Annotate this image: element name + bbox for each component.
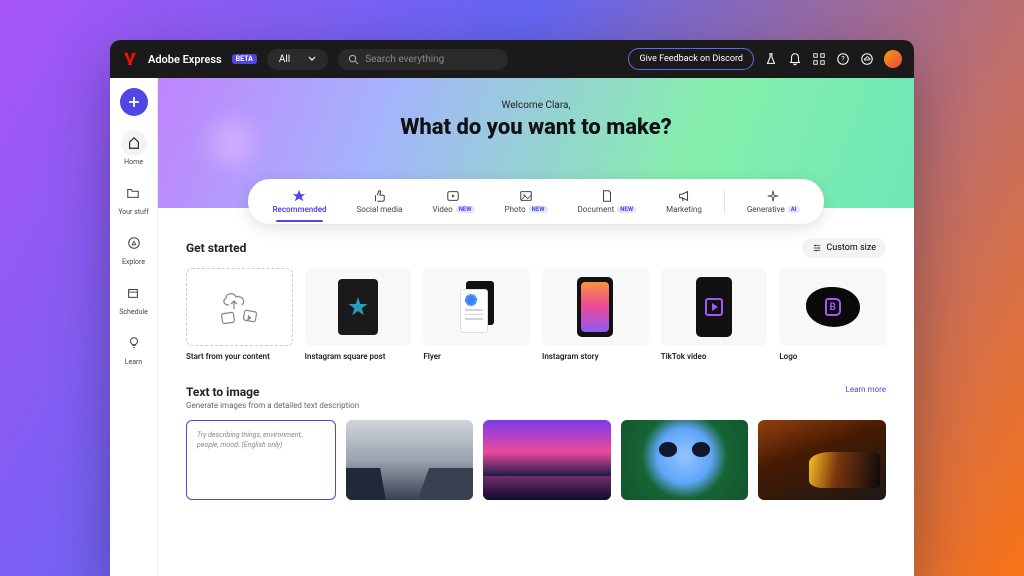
card-label: TikTok video <box>661 352 768 361</box>
add-button[interactable] <box>120 88 148 116</box>
thumbs-up-icon <box>372 189 386 203</box>
play-icon <box>446 189 460 203</box>
card-label: Start from your content <box>186 352 293 361</box>
apps-icon[interactable] <box>812 52 826 66</box>
card-tiktok-video[interactable]: TikTok video <box>661 268 768 361</box>
sidebar-item-home[interactable]: Home <box>121 130 147 166</box>
adobe-logo-icon <box>122 51 138 67</box>
card-logo[interactable]: B Logo <box>779 268 886 361</box>
bell-icon[interactable] <box>788 52 802 66</box>
image-icon <box>519 189 533 203</box>
calendar-icon <box>126 286 140 300</box>
sidebar-item-label: Learn <box>125 358 143 366</box>
card-flyer[interactable]: Flyer <box>423 268 530 361</box>
hero-banner: Welcome Clara, What do you want to make?… <box>158 78 914 208</box>
megaphone-icon <box>677 189 691 203</box>
topbar: Adobe Express BETA All Give Feedback on … <box>110 40 914 78</box>
card-instagram-post[interactable]: Instagram square post <box>305 268 412 361</box>
help-icon[interactable]: ? <box>836 52 850 66</box>
sidebar-item-schedule[interactable]: Schedule <box>119 280 148 316</box>
cloud-icon[interactable] <box>860 52 874 66</box>
hero-title: What do you want to make? <box>400 115 672 140</box>
filter-dropdown[interactable]: All <box>267 49 328 70</box>
card-label: Instagram story <box>542 352 649 361</box>
search-input[interactable] <box>365 54 498 65</box>
folder-icon <box>126 186 140 200</box>
main-content: Welcome Clara, What do you want to make?… <box>158 78 914 576</box>
get-started-title: Get started <box>186 241 246 255</box>
card-label: Instagram square post <box>305 352 412 361</box>
sidebar-item-learn[interactable]: Learn <box>121 330 147 366</box>
tab-recommended[interactable]: Recommended <box>260 187 338 216</box>
plus-icon <box>127 95 141 109</box>
document-icon <box>600 189 614 203</box>
welcome-text: Welcome Clara, <box>502 100 571 111</box>
svg-text:?: ? <box>841 56 845 64</box>
tab-label: GenerativeAI <box>747 205 800 214</box>
card-instagram-story[interactable]: Instagram story <box>542 268 649 361</box>
learn-more-link[interactable]: Learn more <box>846 385 886 394</box>
tab-document[interactable]: DocumentNEW <box>566 187 649 216</box>
tab-label: VideoNEW <box>432 205 474 214</box>
search-icon <box>348 54 359 65</box>
beta-badge: BETA <box>232 54 257 64</box>
upload-cloud-icon <box>214 287 264 327</box>
tab-marketing[interactable]: Marketing <box>654 187 714 216</box>
t2i-prompt-card[interactable]: Try describing things, environment, peop… <box>186 420 336 500</box>
compass-icon <box>127 236 141 250</box>
star-icon <box>292 189 306 203</box>
feedback-button[interactable]: Give Feedback on Discord <box>628 48 754 70</box>
home-icon <box>127 136 141 150</box>
search-wrap[interactable] <box>338 49 508 70</box>
sidebar-item-label: Explore <box>122 258 145 266</box>
t2i-example-creature[interactable] <box>621 420 749 500</box>
chevron-down-icon <box>308 55 316 63</box>
card-label: Flyer <box>423 352 530 361</box>
sidebar-item-your-stuff[interactable]: Your stuff <box>118 180 149 216</box>
sidebar: Home Your stuff Explore Schedule Learn <box>110 78 158 576</box>
tab-label: DocumentNEW <box>578 205 637 214</box>
tab-photo[interactable]: PhotoNEW <box>493 187 560 216</box>
t2i-title: Text to image <box>186 385 359 399</box>
avatar[interactable] <box>884 50 902 68</box>
tab-generative[interactable]: GenerativeAI <box>735 187 812 216</box>
tab-label: Social media <box>357 205 403 214</box>
sidebar-item-label: Your stuff <box>118 208 149 216</box>
tab-label: Recommended <box>272 205 326 214</box>
t2i-subtitle: Generate images from a detailed text des… <box>186 401 359 410</box>
brand-name: Adobe Express <box>148 53 222 66</box>
t2i-example-sunset[interactable] <box>483 420 611 500</box>
sidebar-item-explore[interactable]: Explore <box>121 230 147 266</box>
flask-icon[interactable] <box>764 52 778 66</box>
card-label: Logo <box>779 352 886 361</box>
t2i-example-mountain[interactable] <box>346 420 474 500</box>
filter-label: All <box>279 54 290 65</box>
lightbulb-icon <box>127 336 141 350</box>
prompt-hint: Try describing things, environment, peop… <box>197 431 325 451</box>
sidebar-item-label: Home <box>124 158 143 166</box>
custom-size-button[interactable]: Custom size <box>802 238 886 258</box>
tab-label: Marketing <box>666 205 702 214</box>
card-start-from-content[interactable]: Start from your content <box>186 268 293 361</box>
sidebar-item-label: Schedule <box>119 308 148 316</box>
tab-label: PhotoNEW <box>505 205 548 214</box>
sliders-icon <box>812 243 822 253</box>
t2i-example-car[interactable] <box>758 420 886 500</box>
category-tabs: Recommended Social media VideoNEW PhotoN… <box>248 179 823 224</box>
tab-social-media[interactable]: Social media <box>345 187 415 216</box>
sparkle-icon <box>766 189 780 203</box>
tab-video[interactable]: VideoNEW <box>420 187 486 216</box>
